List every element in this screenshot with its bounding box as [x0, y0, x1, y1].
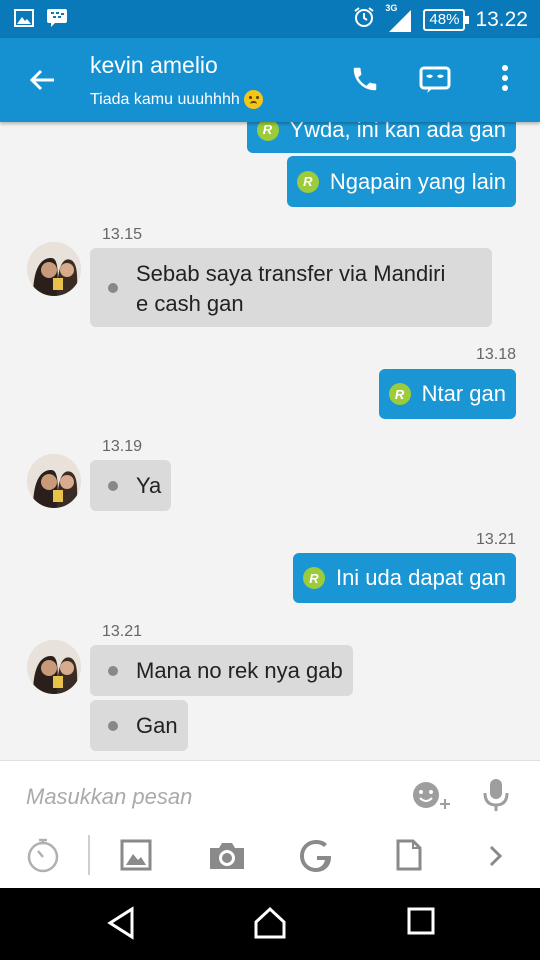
google-search-button[interactable]: [300, 839, 334, 878]
square-recents-icon: [407, 907, 435, 935]
message-timestamp: 13.18: [475, 346, 516, 363]
microphone-icon: [483, 779, 509, 811]
incoming-message[interactable]: Ya: [90, 460, 172, 511]
contact-avatar[interactable]: [27, 640, 81, 694]
message-text: Ngapain yang lain: [329, 168, 506, 194]
composer: [0, 760, 540, 889]
more-options-button[interactable]: [470, 64, 540, 94]
battery-indicator: 48%: [423, 9, 470, 31]
more-attachments-button[interactable]: [488, 845, 504, 872]
mask-icon: [419, 66, 451, 93]
chevron-right-icon: [489, 845, 503, 867]
incoming-message[interactable]: Gan: [90, 700, 188, 751]
contact-status: Tiada kamu uuuhhhh: [90, 90, 263, 109]
message-text: Ini uda dapat gan: [335, 565, 506, 590]
glance-button[interactable]: [400, 64, 470, 94]
message-list[interactable]: R Ywda, ini kan ada gan R Ngapain yang l…: [0, 122, 540, 760]
message-text: Ya: [136, 472, 162, 498]
triangle-back-icon: [107, 906, 134, 940]
message-text: Mana no rek nya gab: [136, 657, 343, 683]
message-text-line: Sebab saya transfer via Mandiri: [136, 260, 446, 286]
voice-note-button[interactable]: [482, 777, 510, 818]
message-timestamp: 13.21: [102, 623, 143, 640]
message-text: Ntar gan: [421, 381, 506, 406]
bbm-notification-icon: [46, 8, 68, 33]
unread-dot-icon: [108, 480, 118, 491]
camera-button[interactable]: [208, 841, 246, 876]
read-receipt-icon: R: [296, 170, 319, 193]
message-text-line: e cash gan: [136, 290, 244, 316]
outgoing-message[interactable]: R Ini uda dapat gan: [292, 553, 516, 603]
nav-recents-button[interactable]: [407, 906, 435, 941]
status-message: Tiada kamu uuuhhhh: [90, 90, 240, 108]
message-timestamp: 13.21: [475, 531, 516, 548]
emoticon-button[interactable]: [412, 781, 454, 816]
contact-name[interactable]: kevin amelio: [90, 52, 218, 79]
message-timestamp: 13.15: [102, 226, 143, 243]
unread-dot-icon: [108, 282, 118, 293]
home-icon: [254, 906, 286, 939]
status-bar: 3G 48% 13.22: [0, 0, 540, 38]
sad-face-emoji-icon: [243, 90, 263, 109]
chat-header: kevin amelio Tiada kamu uuuhhhh: [0, 38, 540, 122]
message-timestamp: 13.19: [102, 438, 143, 455]
call-button[interactable]: [330, 64, 400, 94]
incoming-message[interactable]: Sebab saya transfer via Mandiri e cash g…: [90, 248, 492, 327]
gallery-button[interactable]: [120, 839, 152, 876]
add-emoticon-icon: [413, 782, 450, 809]
phone-icon: [353, 67, 377, 91]
gallery-notification-icon: [14, 8, 34, 33]
overflow-menu-icon: [502, 65, 508, 91]
outgoing-message[interactable]: R Ngapain yang lain: [286, 156, 516, 207]
alarm-icon: [353, 6, 375, 34]
read-receipt-icon: R: [302, 567, 325, 589]
read-receipt-icon: R: [256, 122, 279, 141]
nav-home-button[interactable]: [253, 906, 287, 945]
unread-dot-icon: [108, 720, 118, 731]
unread-dot-icon: [108, 665, 118, 676]
clock: 13.22: [475, 8, 528, 31]
google-g-icon: [300, 840, 331, 872]
contact-avatar[interactable]: [27, 454, 81, 508]
nav-back-button[interactable]: [106, 906, 136, 945]
document-icon: [396, 839, 422, 871]
message-text: Ywda, ini kan ada gan: [289, 122, 507, 142]
system-navigation-bar: [0, 888, 540, 960]
stopwatch-icon: [27, 838, 59, 873]
camera-icon: [210, 843, 244, 869]
outgoing-message[interactable]: R Ywda, ini kan ada gan: [246, 122, 516, 153]
contact-avatar[interactable]: [27, 242, 81, 296]
file-button[interactable]: [396, 839, 422, 876]
toolbar-divider: [88, 835, 90, 875]
outgoing-message[interactable]: R Ntar gan: [378, 369, 516, 419]
timed-message-button[interactable]: [26, 837, 60, 878]
read-receipt-icon: R: [388, 383, 411, 405]
incoming-message[interactable]: Mana no rek nya gab: [90, 645, 353, 696]
signal-icon: 3G: [385, 3, 413, 33]
message-text: Gan: [136, 712, 178, 738]
message-input[interactable]: [24, 783, 388, 811]
back-arrow-icon[interactable]: [28, 66, 56, 99]
image-icon: [120, 839, 152, 871]
